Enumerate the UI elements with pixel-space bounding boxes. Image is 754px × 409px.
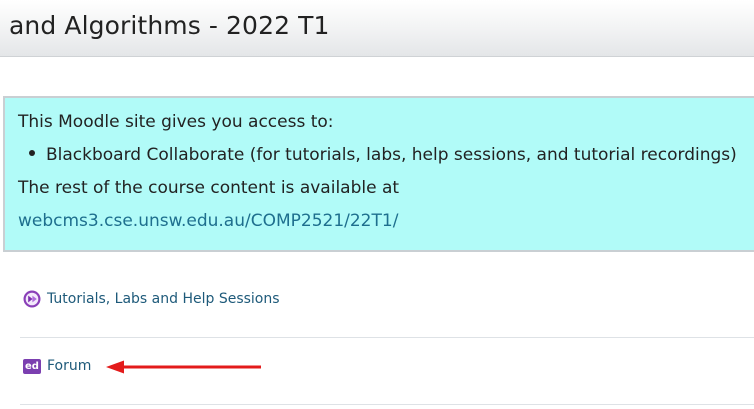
activity-divider <box>20 404 754 405</box>
bullet-dot-icon <box>29 150 35 156</box>
notice-rest: The rest of the course content is availa… <box>18 178 400 198</box>
notice-bullet-text: Blackboard Collaborate (for tutorials, l… <box>46 145 737 165</box>
activity-label-forum[interactable]: Forum <box>47 358 91 374</box>
course-header: and Algorithms - 2022 T1 <box>0 0 754 57</box>
activity-tutorials-labs[interactable]: Tutorials, Labs and Help Sessions <box>20 280 754 320</box>
activity-divider <box>20 337 754 338</box>
activity-label-tutorials[interactable]: Tutorials, Labs and Help Sessions <box>47 291 280 307</box>
notice-bullet-item: Blackboard Collaborate (for tutorials, l… <box>29 145 737 165</box>
collaborate-icon <box>23 290 41 308</box>
ed-forum-icon: ed <box>23 359 41 374</box>
notice-box: This Moodle site gives you access to: Bl… <box>3 96 754 252</box>
notice-intro: This Moodle site gives you access to: <box>18 112 334 132</box>
webcms-link[interactable]: webcms3.cse.unsw.edu.au/COMP2521/22T1/ <box>18 211 398 231</box>
course-title: and Algorithms - 2022 T1 <box>9 11 330 40</box>
red-arrow-icon <box>106 360 261 374</box>
